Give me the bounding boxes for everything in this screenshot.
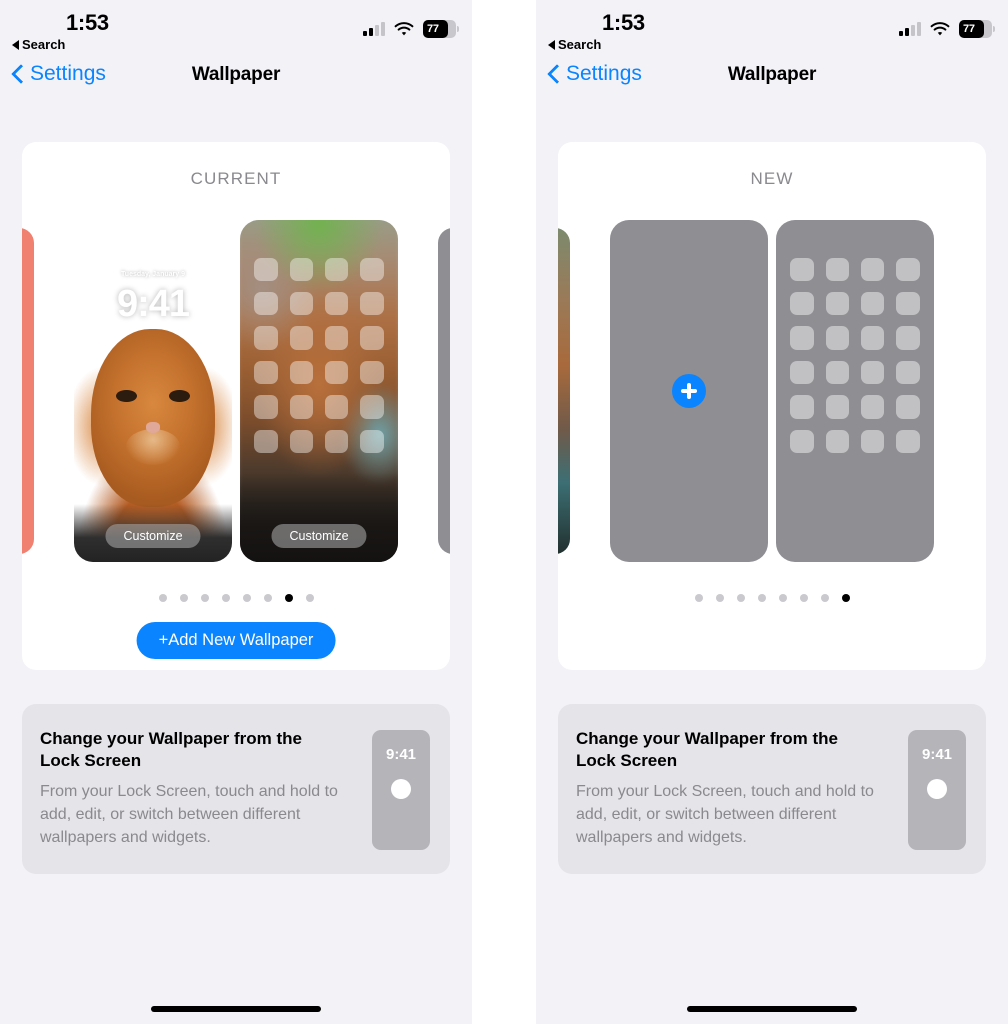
navigation-bar: Settings Wallpaper — [536, 56, 1008, 102]
status-bar: 1:53 Search 77 — [536, 0, 1008, 56]
wallpaper-preview-row: Tuesday, January 9 9:41 Customize Custom… — [22, 220, 450, 582]
home-screen-icon-grid — [254, 257, 384, 453]
page-dot[interactable] — [263, 594, 272, 602]
battery-icon: 77 — [423, 20, 459, 38]
status-bar-indicators: 77 — [899, 20, 995, 38]
page-dot-active[interactable] — [841, 594, 850, 602]
page-dot[interactable] — [820, 594, 829, 602]
page-dot[interactable] — [200, 594, 209, 602]
back-to-search-label: Search — [22, 37, 66, 52]
page-dot[interactable] — [221, 594, 230, 602]
info-card-title: Change your Wallpaper from the Lock Scre… — [576, 729, 838, 771]
back-to-search-label: Search — [558, 37, 602, 52]
info-card-body: From your Lock Screen, touch and hold to… — [40, 782, 338, 847]
info-thumb-touch-knob-icon — [927, 779, 947, 799]
home-screen-preview[interactable]: Customize — [240, 220, 398, 562]
back-to-search-link[interactable]: Search — [12, 37, 65, 52]
lock-screen-date: Tuesday, January 9 — [121, 271, 185, 279]
info-card-title: Change your Wallpaper from the Lock Scre… — [40, 729, 302, 771]
lock-screen-time: 9:41 — [116, 283, 190, 326]
page-dot[interactable] — [778, 594, 787, 602]
page-dot-active[interactable] — [284, 594, 293, 602]
customize-lock-screen-button[interactable]: Customize — [105, 524, 201, 548]
home-indicator — [151, 1006, 321, 1012]
back-to-search-link[interactable]: Search — [548, 37, 601, 52]
page-dot[interactable] — [158, 594, 167, 602]
wallpaper-gallery-card: NEW — [558, 142, 986, 670]
status-bar: 1:53 Search 77 — [0, 0, 472, 56]
home-screen-icon-grid — [790, 257, 920, 453]
info-card-thumbnail: 9:41 — [908, 730, 966, 850]
new-home-screen-placeholder[interactable] — [776, 220, 934, 562]
page-dot[interactable] — [179, 594, 188, 602]
status-bar-indicators: 77 — [363, 20, 459, 38]
wallpaper-preview-row — [558, 220, 986, 582]
wallpaper-peek-next[interactable] — [438, 228, 450, 554]
page-dot[interactable] — [305, 594, 314, 602]
wifi-icon — [394, 21, 414, 37]
cellular-signal-icon — [363, 21, 385, 36]
wallpaper-gallery-card: CURRENT Tuesday, January 9 9:41 Customiz — [22, 142, 450, 670]
gallery-section-title: NEW — [750, 169, 794, 188]
info-thumb-time: 9:41 — [385, 746, 417, 763]
navigation-bar: Settings Wallpaper — [0, 56, 472, 102]
home-indicator — [687, 1006, 857, 1012]
add-new-wallpaper-button[interactable]: +Add New Wallpaper — [136, 622, 336, 659]
battery-icon: 77 — [959, 20, 995, 38]
page-dot[interactable] — [694, 594, 703, 602]
back-triangle-icon — [12, 39, 19, 50]
lock-screen-preview[interactable]: Tuesday, January 9 9:41 Customize — [74, 220, 232, 562]
info-card: Change your Wallpaper from the Lock Scre… — [22, 704, 450, 874]
gallery-section-title: CURRENT — [190, 169, 282, 188]
page-title: Wallpaper — [727, 64, 817, 85]
battery-level-label: 77 — [427, 23, 439, 35]
page-dot[interactable] — [757, 594, 766, 602]
battery-level-label: 77 — [963, 23, 975, 35]
info-thumb-time: 9:41 — [921, 746, 953, 763]
info-thumb-touch-knob-icon — [391, 779, 411, 799]
new-lock-screen-placeholder[interactable] — [610, 220, 768, 562]
wallpaper-peek-previous[interactable] — [22, 228, 34, 554]
page-title: Wallpaper — [191, 64, 281, 85]
wallpaper-peek-previous[interactable] — [558, 228, 570, 554]
panel-divider — [472, 0, 536, 1024]
status-bar-time: 1:53 — [66, 10, 109, 35]
status-bar-time: 1:53 — [602, 10, 645, 35]
page-dot[interactable] — [799, 594, 808, 602]
page-dot[interactable] — [242, 594, 251, 602]
page-dots-current[interactable] — [22, 594, 450, 602]
wifi-icon — [930, 21, 950, 37]
cellular-signal-icon — [899, 21, 921, 36]
phone-screen-new: 1:53 Search 77 Settings Wallpaper NEW Ch… — [536, 0, 1008, 1024]
phone-screen-current: 1:53 Search 77 Settings Wallpaper CURREN… — [0, 0, 472, 1024]
plus-icon[interactable] — [672, 374, 706, 408]
back-triangle-icon — [548, 39, 555, 50]
info-card-thumbnail: 9:41 — [372, 730, 430, 850]
page-dot[interactable] — [736, 594, 745, 602]
info-card-body: From your Lock Screen, touch and hold to… — [576, 782, 874, 847]
page-dot[interactable] — [715, 594, 724, 602]
info-card: Change your Wallpaper from the Lock Scre… — [558, 704, 986, 874]
customize-home-screen-button[interactable]: Customize — [271, 524, 367, 548]
page-dots-new[interactable] — [558, 594, 986, 602]
